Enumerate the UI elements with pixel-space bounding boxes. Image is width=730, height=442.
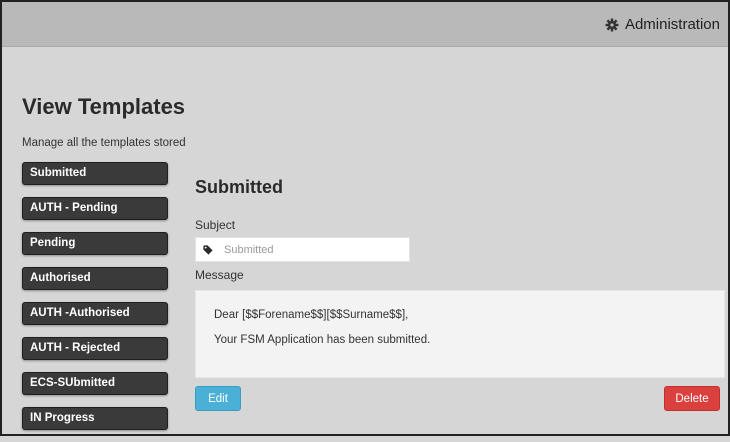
message-text: Your FSM Application has been submitted.	[214, 334, 431, 346]
delete-button[interactable]: Delete	[664, 386, 720, 411]
edit-button[interactable]: Edit	[195, 386, 241, 411]
page-subtitle: Manage all the templates stored	[22, 137, 186, 149]
message-label: Message	[195, 268, 244, 282]
gear-icon	[605, 18, 619, 32]
administration-label: Administration	[624, 16, 720, 33]
template-button-ecs-submitted[interactable]: ECS-SUbmitted	[22, 372, 168, 395]
template-button-auth-authorised[interactable]: AUTH -Authorised	[22, 302, 168, 325]
template-list: Submitted AUTH - Pending Pending Authori…	[22, 162, 168, 442]
template-button-in-progress[interactable]: IN Progress	[22, 407, 168, 430]
tag-icon	[196, 238, 220, 261]
template-button-auth-rejected[interactable]: AUTH - Rejected	[22, 337, 168, 360]
template-button-auth-pending[interactable]: AUTH - Pending	[22, 197, 168, 220]
template-button-submitted[interactable]: Submitted	[22, 162, 168, 185]
template-title: Submitted	[195, 177, 283, 197]
template-button-pending[interactable]: Pending	[22, 232, 168, 255]
subject-field	[195, 237, 410, 262]
message-body: Dear [$$Forename$$][$$Surname$$], Your F…	[195, 290, 725, 378]
page-title: View Templates	[22, 94, 186, 119]
administration-menu[interactable]: Administration	[605, 16, 720, 33]
top-bar: Administration	[2, 2, 728, 47]
template-button-authorised[interactable]: Authorised	[22, 267, 168, 290]
message-greeting: Dear [$$Forename$$][$$Surname$$],	[214, 309, 409, 321]
subject-label: Subject	[195, 218, 236, 232]
subject-input[interactable]	[220, 243, 408, 256]
